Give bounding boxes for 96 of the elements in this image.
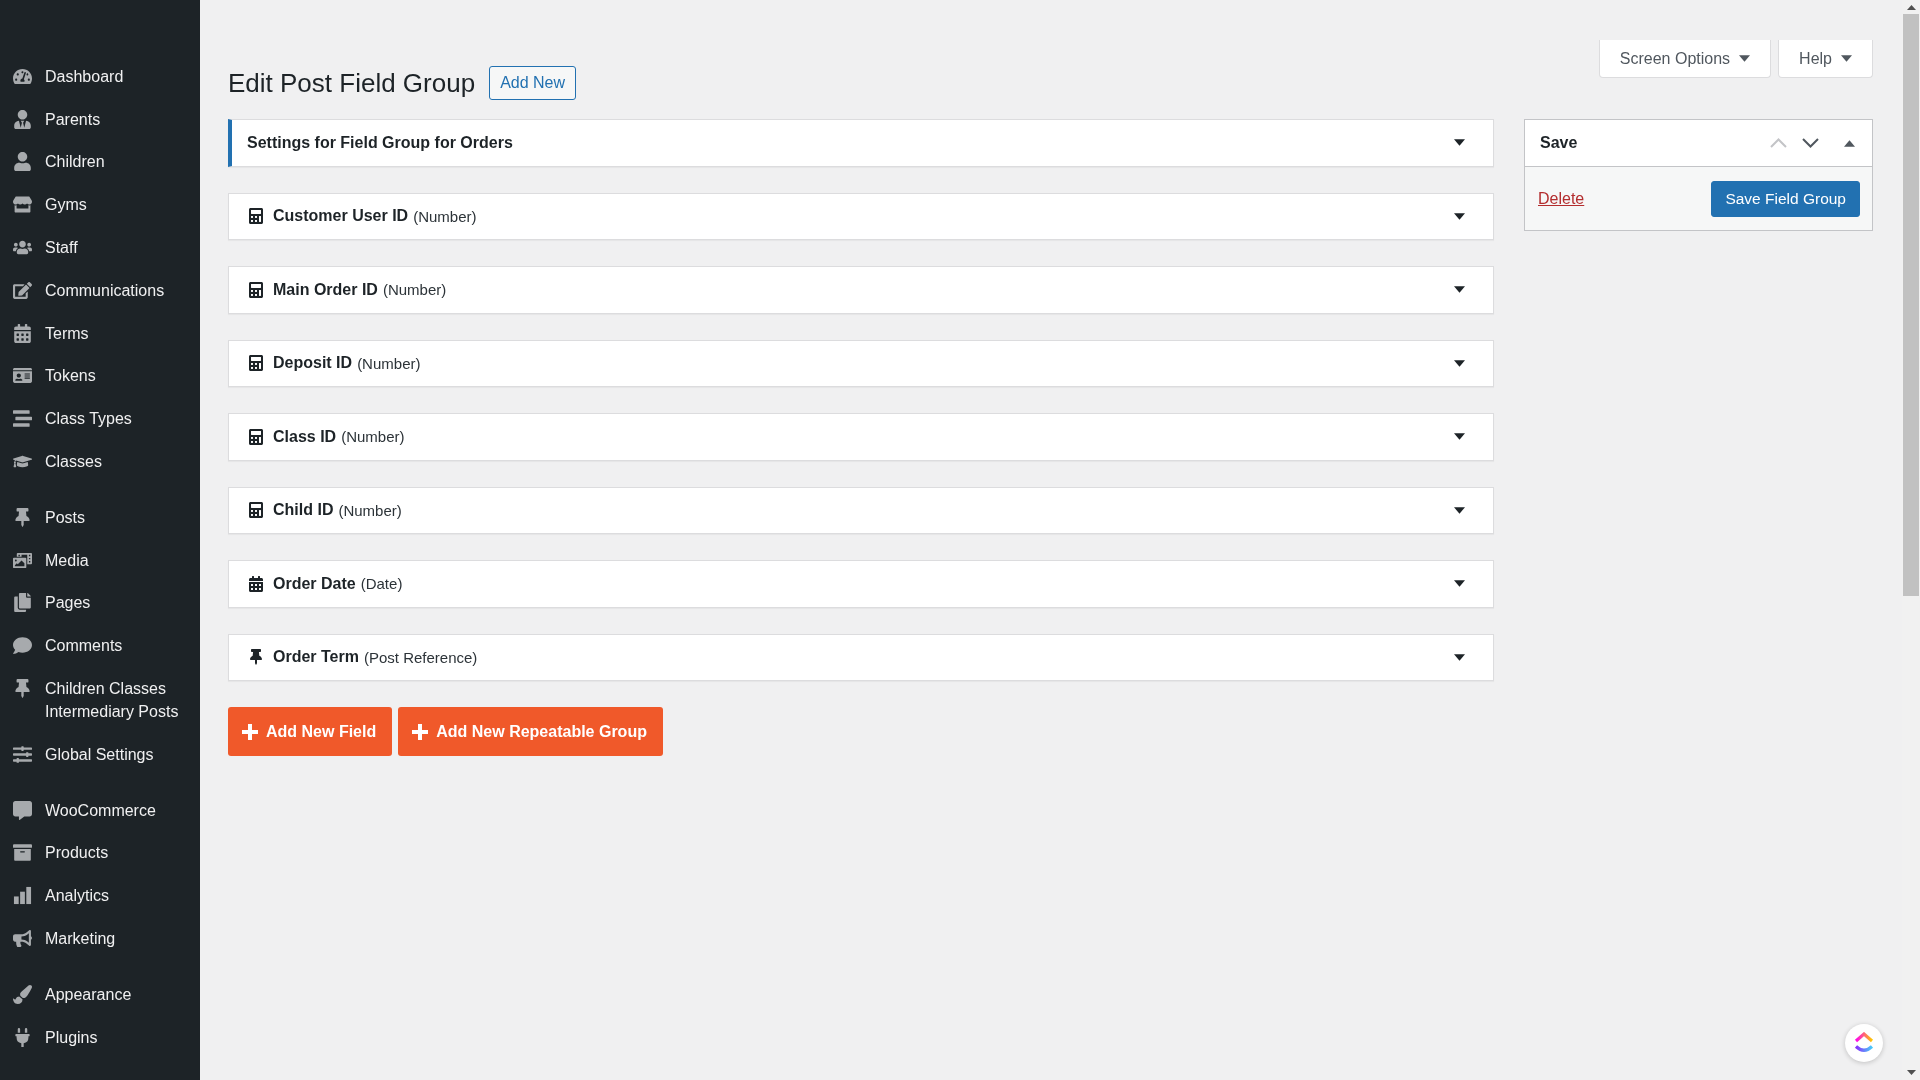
pencil-note-icon (13, 280, 32, 300)
field-row[interactable]: Customer User ID (Number) (228, 192, 1494, 240)
caret-down-icon (1841, 55, 1852, 62)
sidebar-item[interactable]: Staff (0, 226, 200, 269)
field-row[interactable]: Order Date (Date) (228, 560, 1494, 608)
delete-link[interactable]: Delete (1538, 189, 1585, 208)
sidebar-item[interactable]: Classes (0, 440, 200, 483)
field-name: Order Term (273, 648, 359, 667)
bar-chart-icon (13, 886, 32, 906)
field-type: (Number) (338, 501, 402, 519)
caret-down-icon (1454, 139, 1465, 147)
field-name: Child ID (273, 501, 334, 520)
calculator-icon (248, 281, 264, 298)
sidebar-item[interactable]: Dashboard (0, 55, 200, 98)
screen-meta-button[interactable]: Screen Options (1598, 40, 1772, 78)
field-name: Main Order ID (273, 280, 378, 299)
scroll-down-icon[interactable] (1906, 1070, 1916, 1075)
field-type: (Post Reference) (363, 648, 478, 666)
sidebar-item[interactable]: Media (0, 538, 200, 582)
calendar-icon (13, 323, 32, 343)
plus-icon (412, 723, 429, 740)
field-row[interactable]: Deposit ID (Number) (228, 339, 1494, 387)
sidebar-item[interactable]: Posts (0, 495, 200, 539)
field-name: Class ID (273, 427, 337, 446)
sidebar-item[interactable]: Products (0, 831, 200, 875)
paintbrush-icon (13, 984, 32, 1004)
sidebar-item[interactable]: WooCommerce (0, 788, 200, 832)
field-type: (Number) (382, 281, 447, 299)
field-row[interactable]: Order Term (Post Reference) (228, 633, 1494, 681)
calculator-icon (248, 208, 264, 225)
field-name: Order Date (273, 574, 356, 593)
save-field-group-button[interactable]: Save Field Group (1711, 180, 1860, 217)
sidebar-item[interactable]: Parents (0, 97, 200, 141)
caret-down-icon (1454, 433, 1465, 441)
id-card-icon (13, 366, 32, 386)
lines-icon (13, 409, 32, 429)
page-title: Edit Post Field Group (228, 67, 476, 100)
person-with-tie-icon (13, 109, 32, 129)
field-name: Customer User ID (273, 207, 409, 226)
caret-down-icon (1454, 653, 1465, 661)
field-row[interactable]: Child ID (Number) (228, 486, 1494, 534)
caret-down-icon (1454, 506, 1465, 514)
pushpin-icon (13, 679, 32, 699)
sidebar-item[interactable]: Comments (0, 624, 200, 668)
scroll-up-icon[interactable] (1906, 5, 1916, 10)
calculator-icon (248, 355, 264, 372)
field-name: Deposit ID (273, 354, 353, 373)
caret-down-icon (1739, 55, 1751, 62)
speech-bubble-icon (13, 636, 32, 656)
gauge-icon (13, 66, 32, 86)
caret-up-icon (1843, 139, 1855, 147)
pages-icon (13, 593, 32, 613)
calculator-icon (248, 428, 264, 445)
calendar-icon (248, 575, 264, 592)
sidebar-item[interactable]: Pages (0, 581, 200, 625)
scrollbar-thumb[interactable] (1903, 14, 1919, 596)
megaphone-icon (13, 929, 32, 948)
panel-title: Save (1540, 134, 1578, 152)
sidebar-item[interactable]: Communications (0, 269, 200, 312)
sidebar-item[interactable]: Marketing (0, 917, 200, 960)
field-type: (Date) (360, 575, 403, 593)
sidebar-item[interactable]: Global Settings (0, 732, 200, 776)
sidebar-item[interactable]: Terms (0, 311, 200, 355)
sidebar-item[interactable]: Class Types (0, 397, 200, 441)
sidebar-item[interactable]: Children Classes Intermediary Posts (0, 667, 200, 733)
sliders-icon (13, 744, 32, 764)
field-type: (Number) (413, 207, 477, 225)
field-row[interactable]: Class ID (Number) (228, 413, 1494, 461)
pushpin-icon (13, 507, 32, 527)
field-row[interactable]: Main Order ID (Number) (228, 266, 1494, 314)
field-type: (Number) (341, 428, 405, 446)
field-type: (Number) (357, 354, 421, 372)
caret-down-icon (1454, 580, 1465, 588)
caret-down-icon (1454, 286, 1465, 294)
sidebar-item[interactable]: Analytics (0, 874, 200, 918)
speech-bubble-icon (13, 800, 32, 820)
settings-panel[interactable]: Settings for Field Group for Orders (228, 119, 1494, 167)
calculator-icon (248, 502, 264, 519)
person-icon (13, 152, 32, 172)
storefront-icon (13, 195, 32, 215)
caret-down-icon (1454, 359, 1465, 367)
pushpin-icon (248, 649, 264, 666)
screen-meta-button[interactable]: Help (1778, 40, 1873, 78)
app-logo-icon[interactable] (1845, 1024, 1883, 1062)
sidebar-item[interactable]: Gyms (0, 183, 200, 227)
sidebar-item[interactable]: Plugins (0, 1015, 200, 1059)
sidebar-item[interactable]: Tokens (0, 354, 200, 398)
caret-down-icon (1454, 212, 1465, 220)
panel-title: Settings for Field Group for Orders (247, 133, 513, 152)
sidebar-item[interactable]: Children (0, 140, 200, 184)
plus-icon (242, 723, 258, 740)
archive-box-icon (13, 843, 32, 863)
plug-icon (13, 1027, 32, 1047)
add-new-button[interactable]: Add New (489, 66, 577, 100)
sidebar-item[interactable]: Appearance (0, 972, 200, 1016)
media-icon (13, 550, 32, 570)
